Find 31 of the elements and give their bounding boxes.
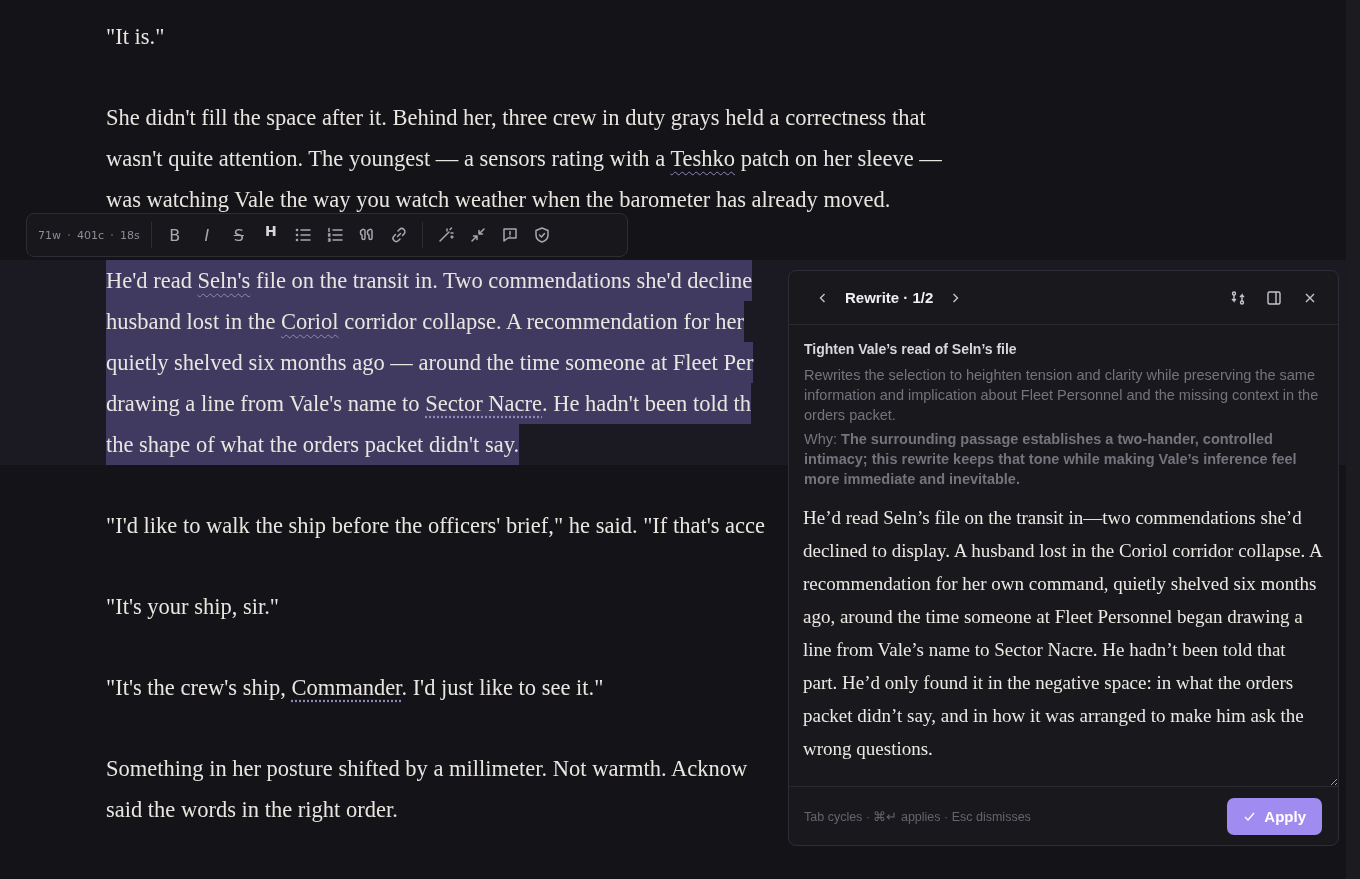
paragraph-line: "It's your ship, sir." [106,593,280,621]
collapse-icon [468,226,487,244]
rewrite-field[interactable]: He’d read Seln’s file on the transit in—two commendations she’d declined to display. A husband lost in the Coriol corridor collapse. A recommendation for her own command, quietly shelved six months ago, around the time someone at Fleet Personnel began drawing a line from Vale’s name to Sector Nacre. He hadn’t been told that part. He’d only found it in the negative space: in what the orders packet didn’t say, and in how it was arranged to make him ask the wrong questions. [789,497,1338,787]
paragraph-line: said the words in the right order. [106,796,398,824]
bullets-icon [293,226,312,244]
side-panel-icon [1266,289,1282,306]
paragraph-line: wasn't quite attention. The youngest — a sensors rating with a Teshko patch on her sleeve — [106,145,942,173]
paragraph-line: "It's the crew's ship, Commander. I'd just like to see it." [106,674,604,702]
suggestion-title: Tighten Vale’s read of Seln’s file [804,341,1018,357]
shield-icon [532,226,551,244]
stat-count: 401c [76,228,106,242]
comment-icon [500,226,519,244]
paragraph-line: "I'd like to walk the ship before the officers' brief," he said. "If that's acce [106,512,766,540]
stat-count: 71w [37,228,62,242]
bold-button[interactable]: B [159,220,190,250]
link-icon [389,226,408,244]
reason-text: Why: The surrounding passage establishes a two-hander, controlled intimacy; this rewrite keeps that tone while making Vale’s inference feel more immediate and inevitable. [804,430,1298,489]
paragraph-line: was watching Vale the way you watch weather when the barometer has already moved. [106,186,891,214]
paragraph-line: She didn't fill the space after it. Behind her, three crew in duty grays held a correctness that [106,104,926,132]
heading-button[interactable]: H [255,216,286,246]
paragraph-line: Something in her posture shifted by a millimeter. Not warmth. Acknow [106,755,748,783]
suggestion-description: Rewrites the selection to heighten tension and clarity while preserving the same information and implication about Fleet Personnel and the missing context in the orders packet. [804,366,1320,425]
shortcut-hint: Tab cycles · ⌘↵ applies · Esc dismisses [804,808,1031,824]
stat-count: 18s [119,228,141,242]
italic-button[interactable]: I [191,220,222,250]
wand-icon [436,226,455,244]
paragraph-line: "It is." [106,23,165,51]
strike-button[interactable]: S [223,220,254,250]
panel-title: Rewrite · 1/2 [845,289,934,306]
swap-icon [1230,289,1246,306]
numbers-icon [325,226,344,244]
